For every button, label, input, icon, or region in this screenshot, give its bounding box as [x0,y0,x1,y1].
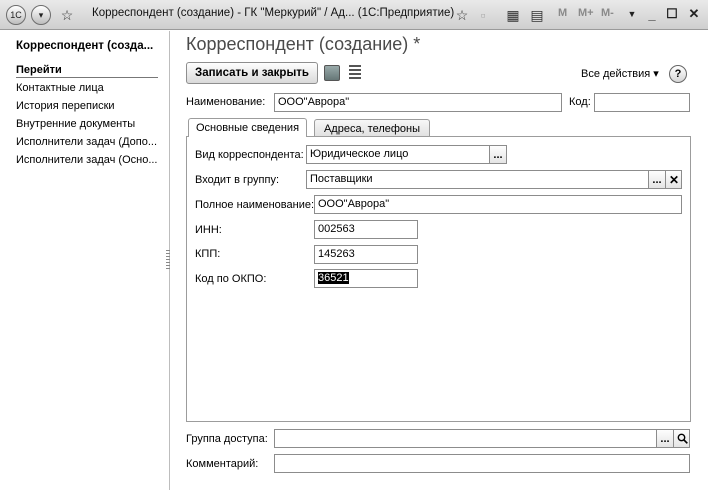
comment-input[interactable] [274,454,690,473]
window-titlebar: 1С ▾ ☆ Корреспондент (создание) - ГК "Ме… [0,0,708,30]
code-input[interactable] [594,93,690,112]
save-icon[interactable] [324,65,340,81]
access-group-field[interactable]: ... [274,429,690,448]
okpo-label: Код по ОКПО: [195,273,267,285]
okpo-input[interactable]: 36521 [314,269,418,288]
mem-mminus-button[interactable]: M- [601,7,614,19]
app-logo-icon[interactable]: 1С [6,5,26,25]
sidebar-section-goto: Перейти [16,64,158,78]
search-icon [677,433,688,444]
app-logo-text: 1С [10,10,22,20]
group-value: Поставщики [310,173,373,185]
group-field[interactable]: Поставщики ... ✕ [306,170,682,189]
full-name-input[interactable]: ООО"Аврора" [314,195,682,214]
inn-input[interactable]: 002563 [314,220,418,239]
sidebar-item-internal-docs[interactable]: Внутренние документы [16,118,161,130]
correspondent-type-field[interactable]: Юридическое лицо ... [306,145,507,164]
correspondent-type-label: Вид корреспондента: [195,149,304,161]
group-select-button[interactable]: ... [648,171,665,188]
correspondent-type-value: Юридическое лицо [310,148,409,160]
sidebar-title: Корреспондент (созда... [16,40,154,52]
favorite-star-icon-2[interactable]: ☆ [452,5,472,25]
name-input[interactable]: ООО"Аврора" [274,93,562,112]
sidebar-item-correspondence[interactable]: История переписки [16,100,161,112]
window-title: Корреспондент (создание) - ГК "Меркурий"… [92,7,455,19]
navigation-panel: Корреспондент (созда... Перейти Контактн… [0,31,170,490]
minimize-icon[interactable]: _ [643,5,661,23]
access-group-select-button[interactable]: ... [656,430,673,447]
calculator-icon[interactable]: ▦ [503,5,523,25]
full-name-label: Полное наименование: [195,199,315,211]
help-icon[interactable]: ? [669,65,687,83]
close-icon[interactable]: ✕ [685,5,703,23]
sidebar-item-task-executors-extra[interactable]: Исполнители задач (Допо... [16,136,161,148]
sidebar-item-contacts[interactable]: Контактные лица [16,82,161,94]
sidebar-item-task-executors-main[interactable]: Исполнители задач (Осно... [16,154,161,166]
form-title: Корреспондент (создание) * [186,34,421,54]
group-clear-icon[interactable]: ✕ [665,171,681,188]
group-label: Входит в группу: [195,174,279,186]
maximize-icon[interactable]: ☐ [663,5,681,23]
tab-main-info[interactable]: Основные сведения [188,118,307,137]
main-menu-icon[interactable]: ▾ [31,5,51,25]
structure-icon[interactable] [349,65,361,81]
kpp-input[interactable]: 145263 [314,245,418,264]
name-label: Наименование: [186,96,266,108]
window-menu-icon[interactable]: ▼ [623,5,641,23]
mem-mplus-button[interactable]: M+ [578,7,594,19]
inn-label: ИНН: [195,224,222,236]
code-label: Код: [569,96,591,108]
mem-m-button[interactable]: M [558,7,567,19]
calendar-icon[interactable]: ▤ [527,5,547,25]
favorite-star-icon[interactable]: ☆ [57,5,77,25]
kpp-label: КПП: [195,248,221,260]
okpo-value-selected: 36521 [318,272,349,284]
save-and-close-button[interactable]: Записать и закрыть [186,62,318,84]
correspondent-type-select-button[interactable]: ... [489,146,506,163]
panel-splitter-handle[interactable] [166,250,170,270]
access-group-label: Группа доступа: [186,433,268,445]
comment-label: Комментарий: [186,458,259,470]
access-group-search-icon[interactable] [673,430,689,447]
all-actions-menu[interactable]: Все действия ▾ [581,67,659,80]
link-icon[interactable]: ▫ [473,5,493,25]
